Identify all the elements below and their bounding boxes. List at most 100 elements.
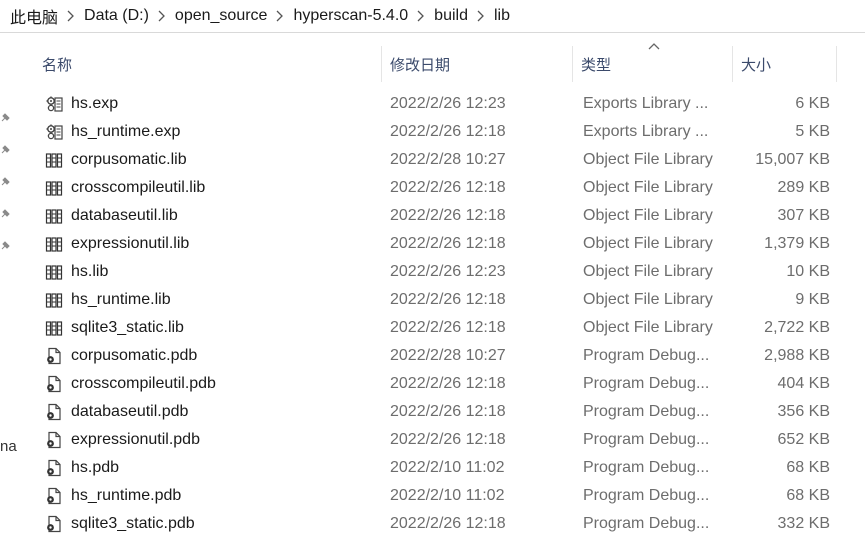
file-type: Program Debug...: [583, 431, 710, 448]
file-name[interactable]: databaseutil.pdb: [71, 398, 188, 426]
breadcrumb-this-pc[interactable]: 此电脑: [6, 4, 62, 28]
pdb-file-icon: [45, 510, 63, 538]
pdb-file-icon: [45, 426, 63, 454]
file-row[interactable]: hs.exp 2022/2/26 12:23 Exports Library ...…: [0, 90, 865, 118]
file-type: Program Debug...: [583, 347, 710, 364]
file-modified-date: 2022/2/10 11:02: [390, 459, 505, 476]
exports-file-icon: [45, 118, 63, 146]
library-file-icon: [45, 286, 63, 314]
file-name[interactable]: hs.lib: [71, 258, 108, 286]
file-size: 15,007 KB: [755, 151, 830, 168]
breadcrumb-data-drive[interactable]: Data (D:): [80, 7, 153, 25]
file-modified-date: 2022/2/26 12:18: [390, 179, 506, 196]
file-size: 9 KB: [795, 291, 830, 308]
address-bar[interactable]: 此电脑 Data (D:) open_source hyperscan-5.4.…: [0, 0, 865, 33]
file-size: 10 KB: [786, 263, 830, 280]
file-type: Object File Library: [583, 207, 713, 224]
file-name[interactable]: expressionutil.pdb: [71, 426, 200, 454]
library-file-icon: [45, 258, 63, 286]
column-header-name[interactable]: 名称: [34, 46, 382, 82]
file-size: 289 KB: [777, 179, 830, 196]
exports-file-icon: [45, 90, 63, 118]
file-row[interactable]: hs.lib 2022/2/26 12:23 Object File Library…: [0, 258, 865, 286]
file-size: 404 KB: [777, 375, 830, 392]
breadcrumb-lib[interactable]: lib: [490, 7, 514, 25]
chevron-right-icon[interactable]: [153, 10, 171, 22]
pdb-file-icon: [45, 454, 63, 482]
file-name[interactable]: hs_runtime.lib: [71, 286, 171, 314]
file-row[interactable]: hs_runtime.pdb 2022/2/10 11:02 Program Deb…: [0, 482, 865, 510]
file-size: 307 KB: [777, 207, 830, 224]
file-name[interactable]: crosscompileutil.lib: [71, 174, 205, 202]
file-row[interactable]: sqlite3_static.lib 2022/2/26 12:18 Object …: [0, 314, 865, 342]
file-name[interactable]: hs_runtime.exp: [71, 118, 180, 146]
file-name[interactable]: databaseutil.lib: [71, 202, 178, 230]
file-size: 2,722 KB: [764, 319, 830, 336]
file-modified-date: 2022/2/26 12:18: [390, 319, 506, 336]
file-name[interactable]: corpusomatic.pdb: [71, 342, 197, 370]
file-type: Object File Library: [583, 179, 713, 196]
chevron-right-icon[interactable]: [412, 10, 430, 22]
file-size: 68 KB: [786, 487, 830, 504]
file-row[interactable]: databaseutil.pdb 2022/2/26 12:18 Program D…: [0, 398, 865, 426]
file-modified-date: 2022/2/10 11:02: [390, 487, 505, 504]
library-file-icon: [45, 202, 63, 230]
file-modified-date: 2022/2/26 12:18: [390, 291, 506, 308]
file-size: 2,988 KB: [764, 347, 830, 364]
library-file-icon: [45, 146, 63, 174]
file-row[interactable]: sqlite3_static.pdb 2022/2/26 12:18 Program…: [0, 510, 865, 538]
file-size: 1,379 KB: [764, 235, 830, 252]
file-row[interactable]: hs_runtime.exp 2022/2/26 12:18 Exports Lib…: [0, 118, 865, 146]
chevron-right-icon[interactable]: [271, 10, 289, 22]
breadcrumb-open-source[interactable]: open_source: [171, 7, 272, 25]
file-size: 652 KB: [777, 431, 830, 448]
file-row[interactable]: databaseutil.lib 2022/2/26 12:18 Object Fi…: [0, 202, 865, 230]
file-modified-date: 2022/2/26 12:18: [390, 431, 506, 448]
file-type: Program Debug...: [583, 515, 710, 532]
file-modified-date: 2022/2/26 12:18: [390, 515, 506, 532]
file-type: Object File Library: [583, 319, 713, 336]
chevron-right-icon[interactable]: [62, 10, 80, 22]
file-type: Exports Library ...: [583, 123, 709, 140]
file-list: hs.exp 2022/2/26 12:23 Exports Library ...…: [0, 90, 865, 538]
breadcrumb-build[interactable]: build: [430, 7, 472, 25]
file-name[interactable]: hs.exp: [71, 90, 118, 118]
file-row[interactable]: corpusomatic.pdb 2022/2/28 10:27 Program D…: [0, 342, 865, 370]
file-type: Program Debug...: [583, 487, 710, 504]
file-modified-date: 2022/2/26 12:18: [390, 207, 506, 224]
file-row[interactable]: expressionutil.pdb 2022/2/26 12:18 Program…: [0, 426, 865, 454]
file-name[interactable]: expressionutil.lib: [71, 230, 189, 258]
file-size: 6 KB: [795, 95, 830, 112]
column-header-row: 名称 修改日期 类型 大小: [0, 36, 865, 92]
file-type: Object File Library: [583, 263, 713, 280]
file-modified-date: 2022/2/28 10:27: [390, 347, 506, 364]
breadcrumb-hyperscan[interactable]: hyperscan-5.4.0: [289, 7, 412, 25]
file-modified-date: 2022/2/26 12:18: [390, 375, 506, 392]
file-size: 5 KB: [795, 123, 830, 140]
library-file-icon: [45, 174, 63, 202]
file-row[interactable]: hs_runtime.lib 2022/2/26 12:18 Object File…: [0, 286, 865, 314]
file-type: Program Debug...: [583, 375, 710, 392]
file-modified-date: 2022/2/26 12:18: [390, 235, 506, 252]
chevron-right-icon[interactable]: [472, 10, 490, 22]
file-name[interactable]: crosscompileutil.pdb: [71, 370, 216, 398]
file-type: Object File Library: [583, 235, 713, 252]
file-name[interactable]: sqlite3_static.lib: [71, 314, 184, 342]
file-name[interactable]: sqlite3_static.pdb: [71, 510, 195, 538]
library-file-icon: [45, 314, 63, 342]
column-header-size[interactable]: 大小: [733, 46, 837, 82]
file-type: Exports Library ...: [583, 95, 709, 112]
file-row[interactable]: crosscompileutil.lib 2022/2/26 12:18 Objec…: [0, 174, 865, 202]
file-row[interactable]: hs.pdb 2022/2/10 11:02 Program Debug... 68 …: [0, 454, 865, 482]
file-name[interactable]: corpusomatic.lib: [71, 146, 187, 174]
file-type: Program Debug...: [583, 403, 710, 420]
file-name[interactable]: hs_runtime.pdb: [71, 482, 181, 510]
column-header-type[interactable]: 类型: [573, 46, 733, 82]
file-size: 356 KB: [777, 403, 830, 420]
column-header-date[interactable]: 修改日期: [382, 46, 573, 82]
file-row[interactable]: crosscompileutil.pdb 2022/2/26 12:18 Progr…: [0, 370, 865, 398]
file-modified-date: 2022/2/26 12:18: [390, 123, 506, 140]
file-name[interactable]: hs.pdb: [71, 454, 119, 482]
file-row[interactable]: expressionutil.lib 2022/2/26 12:18 Object …: [0, 230, 865, 258]
file-row[interactable]: corpusomatic.lib 2022/2/28 10:27 Object Fi…: [0, 146, 865, 174]
